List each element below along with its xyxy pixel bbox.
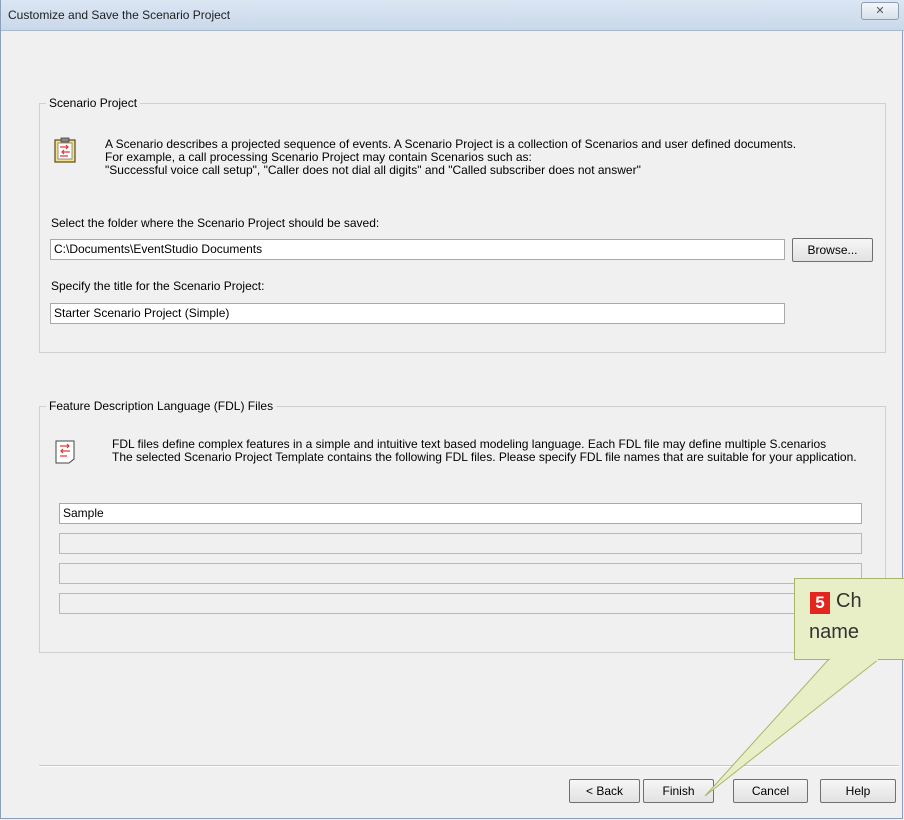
dialog-window: Customize and Save the Scenario Project … xyxy=(0,0,904,819)
callout-step-badge: 5 xyxy=(810,592,830,614)
callout-pointer-cover xyxy=(830,658,878,661)
tutorial-callout: 5 Ch name xyxy=(794,578,904,660)
callout-text-line2: name xyxy=(809,621,860,643)
callout-text-line1: Ch xyxy=(836,590,862,612)
callout-pointer xyxy=(704,658,881,797)
